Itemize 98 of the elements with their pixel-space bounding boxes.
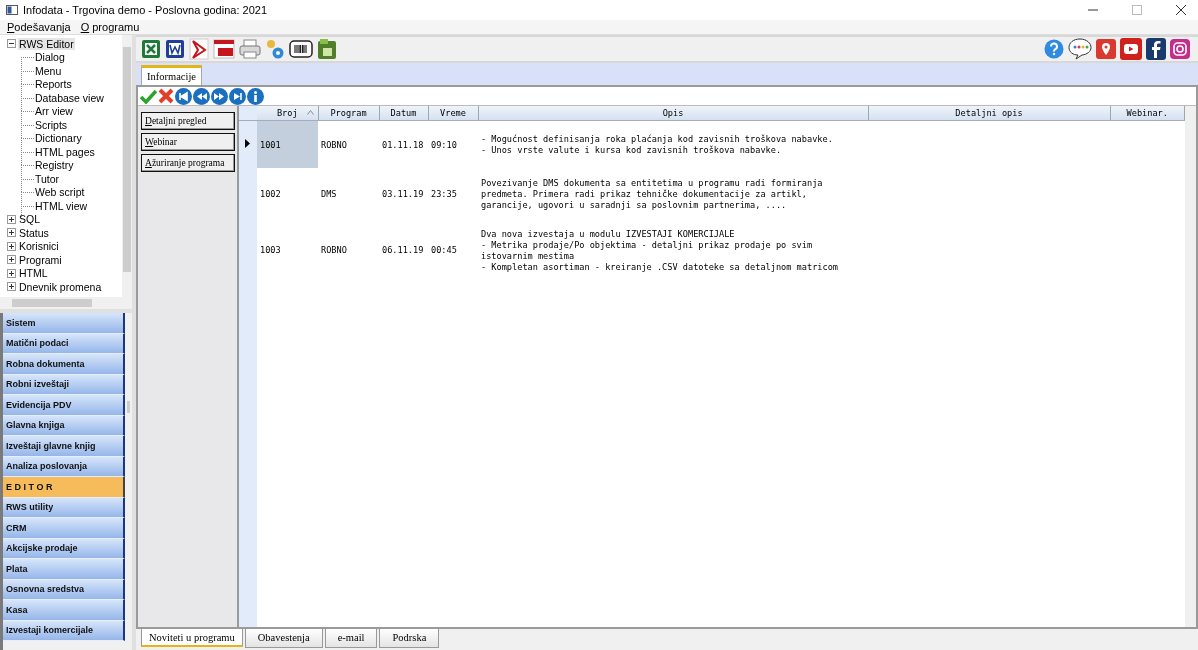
column-header[interactable]: Datum (379, 106, 428, 121)
table-cell: - Mogućnost definisanja roka plaćanja kod zavisnih troškova nabavke. - Unos vrste valute i kursa kod zavisnih troškova nabavke. (478, 120, 868, 168)
tree-item[interactable]: Status (18, 226, 50, 239)
fast-forward-icon[interactable] (211, 87, 228, 105)
module-button[interactable]: Akcijske prodaje (3, 538, 125, 559)
printer-icon[interactable] (239, 39, 261, 59)
module-button[interactable]: Kasa (3, 600, 125, 621)
tree-item[interactable]: Menu (34, 64, 63, 77)
map-pin-icon[interactable] (1096, 39, 1116, 59)
spreadsheet-icon[interactable] (141, 39, 161, 59)
table-cell-text: 03.11.19 (381, 187, 425, 201)
column-header[interactable]: Program (318, 106, 379, 121)
module-button[interactable]: Izvestaji komercijale (3, 620, 125, 641)
column-header[interactable]: Broj (257, 106, 318, 121)
checkmark-icon[interactable] (140, 88, 157, 104)
close-icon[interactable] (1176, 5, 1186, 15)
module-button[interactable]: RWS utility (3, 497, 125, 518)
document-tab[interactable]: Informacije (141, 65, 202, 85)
tree-item[interactable]: HTML (18, 267, 49, 280)
tree-expander-icon[interactable] (7, 214, 16, 224)
chat-bubble-icon[interactable] (1068, 38, 1092, 60)
tree-item[interactable]: Scripts (34, 118, 69, 131)
table-cell-text: 00:45 (430, 244, 458, 257)
tree-item[interactable]: Dnevnik promena (18, 280, 103, 293)
column-header[interactable]: Detaljni opis (868, 106, 1110, 121)
table-cell-text: Dva nova izvestaja u modulu IZVESTAJI KOMERCIJALE - Metrika prodaje/Po objektima - detaljni prikaz prodaje po svim istovarnim mestima - Kompletan asortiman - kreiranje .CSV datoteke sa detaljnom matricom (480, 228, 839, 274)
table-cell: 09:10 (428, 120, 478, 168)
table-cell: ROBNO (318, 120, 379, 168)
module-button[interactable]: Glavna knjiga (3, 415, 125, 436)
side-button[interactable]: Ažuriranje programa (141, 154, 235, 172)
bottom-tab[interactable]: Obavestenja (244, 629, 323, 648)
table-cell: 1001 (257, 120, 318, 168)
scrollbar[interactable] (1185, 106, 1196, 627)
top-menu-entry[interactable]: O programu (80, 21, 140, 33)
tree-item[interactable]: Registry (34, 159, 75, 172)
tree-item[interactable]: Tutor (34, 172, 61, 185)
tree-expander-icon[interactable] (7, 228, 16, 238)
module-button[interactable]: Plata (3, 559, 125, 580)
column-header[interactable]: Vreme (428, 106, 478, 121)
module-button[interactable]: Sistem (3, 313, 125, 334)
scrollbar[interactable] (122, 35, 132, 297)
table-cell-text: 23:35 (430, 187, 458, 201)
window-title: Infodata - Trgovina demo - Poslovna godina: 2021 (23, 4, 267, 16)
tree-item[interactable]: Programi (18, 253, 63, 266)
help-icon[interactable] (1044, 39, 1064, 59)
bottom-tab[interactable]: Podrska (379, 629, 440, 648)
table-cell: 01.11.18 (379, 120, 428, 168)
column-header[interactable]: Webinar. (1110, 106, 1185, 121)
rewind-icon[interactable] (193, 87, 210, 105)
barcode-icon[interactable] (289, 40, 313, 58)
top-menu-entry[interactable]: Podešavanja (7, 21, 71, 33)
bottom-tab[interactable]: Noviteti u programu (141, 629, 243, 647)
tree-expander-icon[interactable] (7, 241, 16, 251)
scrollbar[interactable] (0, 297, 132, 313)
module-button[interactable]: Robni izveštaji (3, 374, 125, 395)
module-button[interactable]: Robna dokumenta (3, 354, 125, 375)
camera-icon[interactable] (1170, 39, 1190, 59)
column-header[interactable]: Opis (478, 106, 868, 121)
side-button[interactable]: Webinar (141, 133, 235, 151)
tree-item[interactable]: SQL (18, 213, 41, 226)
first-record-icon[interactable] (175, 87, 192, 105)
module-button[interactable]: Evidencija PDV (3, 395, 125, 416)
table-cell-text: Povezivanje DMS dokumenta sa entitetima u programu radi formiranja predmeta. Primera radi prikaz tehničke dokumentacije za artikl, garancije, ugovori u saradnji sa poslovnim partnerima, .... (480, 177, 824, 212)
tree-item[interactable]: HTML view (34, 199, 89, 212)
rtf-file-icon[interactable] (213, 39, 235, 59)
tree-item[interactable]: Web script (34, 186, 86, 199)
module-button[interactable]: CRM (3, 518, 125, 539)
table-cell-text: 06.11.19 (381, 244, 425, 257)
tree-expander-icon[interactable] (7, 282, 16, 292)
app-icon (6, 5, 18, 15)
tree-expander-icon[interactable] (7, 255, 16, 265)
tree-item[interactable]: HTML pages (34, 145, 96, 158)
module-button[interactable]: Analiza poslovanja (3, 456, 125, 477)
last-record-icon[interactable] (229, 87, 246, 105)
tree-item[interactable]: Dictionary (34, 132, 83, 145)
info-icon[interactable] (247, 87, 264, 105)
tree-expander-icon[interactable] (7, 39, 16, 49)
module-button[interactable]: Izveštaji glavne knjig (3, 436, 125, 457)
module-button[interactable]: Osnovna sredstva (3, 579, 125, 600)
sort-icon (306, 110, 314, 115)
tree-item[interactable]: Reports (34, 78, 73, 91)
tree-expander-icon[interactable] (7, 268, 16, 278)
tree-item[interactable]: Arr view (34, 105, 74, 118)
tree-item[interactable]: Korisnici (18, 240, 60, 253)
table-cell-text: ROBNO (320, 244, 348, 257)
bottom-tab[interactable]: e-mail (324, 629, 378, 648)
tree-item[interactable]: RWS Editor (18, 37, 75, 50)
current-row-icon (245, 139, 250, 148)
module-button[interactable]: Matični podaci (3, 333, 125, 354)
side-button[interactable]: Detaljni pregled (141, 112, 235, 130)
table-cell: DMS (318, 168, 379, 219)
table-cell-text: 1003 (259, 244, 282, 257)
tree-item[interactable]: Database view (34, 91, 105, 104)
module-button[interactable]: E D I T O R (3, 477, 125, 498)
tree-item[interactable]: Dialog (34, 51, 66, 64)
table-cell: 1002 (257, 168, 318, 219)
video-play-icon[interactable] (1120, 38, 1142, 60)
document-icon[interactable] (165, 39, 185, 59)
